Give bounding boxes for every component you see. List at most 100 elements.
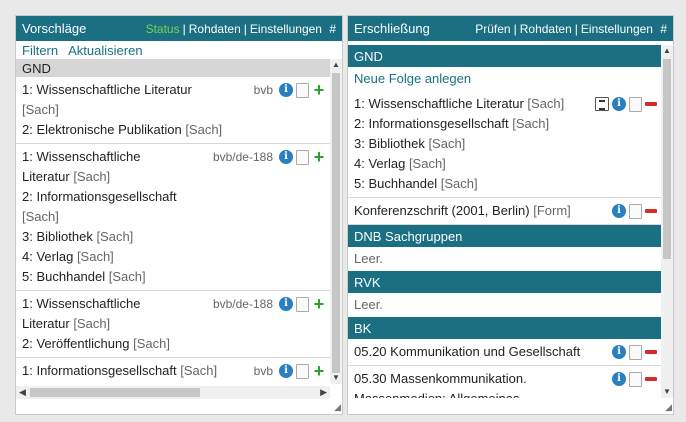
entry-text: 2: Veröffentlichung (22, 336, 134, 351)
add-icon[interactable]: + (312, 295, 326, 313)
copy-icon[interactable] (629, 96, 642, 112)
row-tools: bvb/de-188 i + (213, 294, 326, 314)
suggestions-header: Vorschläge Status | Rohdaten | Einstellungen… (16, 16, 342, 41)
remove-icon[interactable] (645, 350, 657, 354)
add-icon[interactable]: + (312, 362, 326, 380)
status-link[interactable]: Status (146, 22, 180, 36)
suggestions-vertical-scrollbar[interactable]: ▲ ▼ (330, 59, 342, 384)
scroll-down-arrow-icon[interactable]: ▼ (661, 386, 673, 398)
entry-type: [Sach] (22, 102, 59, 117)
entry-line: 4: Verlag [Sach] (354, 154, 655, 174)
entry-line: 4: Verlag [Sach] (22, 247, 324, 267)
scroll-thumb[interactable] (332, 73, 340, 373)
check-link[interactable]: Prüfen (475, 22, 510, 36)
copy-icon[interactable] (296, 149, 309, 165)
info-icon[interactable]: i (279, 150, 293, 164)
entry-line: 2: Informationsgesellschaft (22, 187, 324, 207)
refresh-link[interactable]: Aktualisieren (68, 43, 142, 58)
edit-icon[interactable] (595, 97, 609, 111)
entry-text: 1: Wissenschaftliche (22, 149, 141, 164)
info-icon[interactable]: i (279, 364, 293, 378)
hash-link[interactable]: # (329, 22, 336, 36)
entry-line: [Sach] (22, 100, 324, 120)
suggestions-toolbar: Filtern Aktualisieren (16, 41, 342, 59)
suggestions-panel: Vorschläge Status | Rohdaten | Einstellungen… (15, 15, 343, 415)
row-tools: i (595, 94, 657, 114)
resize-handle-icon[interactable]: ◢ (334, 402, 341, 413)
scroll-up-arrow-icon[interactable]: ▲ (330, 59, 342, 71)
settings-link[interactable]: Einstellungen (250, 22, 322, 36)
gnd-section-header: GND (348, 45, 661, 67)
gnd-entry-row[interactable]: 1: Wissenschaftliche Literatur [Sach] 2: … (348, 91, 661, 198)
entry-type: [Form] (533, 203, 571, 218)
suggestion-row[interactable]: 1: Informationsgesellschaft [Sach] bvb i + (16, 358, 330, 384)
copy-icon[interactable] (629, 371, 642, 387)
info-icon[interactable]: i (279, 297, 293, 311)
new-sequence-link[interactable]: Neue Folge anlegen (348, 67, 661, 91)
entry-line: [Sach] (22, 207, 324, 227)
filter-link[interactable]: Filtern (22, 43, 58, 58)
info-icon[interactable]: i (612, 345, 626, 359)
entry-type: [Sach] (527, 96, 565, 111)
rawdata-link[interactable]: Rohdaten (520, 22, 572, 36)
suggestion-row[interactable]: 1: Wissenschaftliche Literatur [Sach] 2: V… (16, 291, 330, 358)
settings-link[interactable]: Einstellungen (581, 22, 653, 36)
entry-text: Konferenzschrift (2001, Berlin) (354, 203, 534, 218)
copy-icon[interactable] (629, 203, 642, 219)
resize-handle-icon[interactable]: ◢ (665, 402, 672, 413)
bk-entry-row[interactable]: 05.30 Massenkommunikation. Massenmedien: … (348, 366, 661, 398)
copy-icon[interactable] (296, 296, 309, 312)
suggestions-horizontal-scrollbar[interactable]: ◀ ▶ (16, 386, 330, 399)
remove-icon[interactable] (645, 377, 657, 381)
bk-entry-row[interactable]: 05.20 Kommunikation und Gesellschaft i (348, 339, 661, 366)
info-icon[interactable]: i (612, 372, 626, 386)
entry-type: [Sach] (108, 269, 146, 284)
scroll-left-arrow-icon[interactable]: ◀ (19, 386, 26, 399)
entry-text: 05.30 Massenkommunikation. (354, 371, 527, 386)
entry-type: [Sach] (76, 249, 114, 264)
entry-text: 1: Wissenschaftliche Literatur (22, 82, 192, 97)
add-icon[interactable]: + (312, 148, 326, 166)
gnd-entry-row[interactable]: Konferenzschrift (2001, Berlin) [Form] i (348, 198, 661, 225)
add-icon[interactable]: + (312, 81, 326, 99)
entry-text: 5: Buchhandel (354, 176, 441, 191)
source-label: bvb (253, 83, 273, 97)
copy-icon[interactable] (629, 344, 642, 360)
copy-icon[interactable] (296, 82, 309, 98)
entry-line: Konferenzschrift (2001, Berlin) [Form] (354, 201, 655, 221)
scroll-down-arrow-icon[interactable]: ▼ (330, 372, 342, 384)
scroll-up-arrow-icon[interactable]: ▲ (661, 45, 673, 57)
entry-text: 1: Wissenschaftliche Literatur (354, 96, 528, 111)
indexing-panel: Erschließung Prüfen | Rohdaten | Einstellung… (347, 15, 674, 415)
copy-icon[interactable] (296, 363, 309, 379)
scroll-thumb[interactable] (663, 59, 671, 259)
entry-type: [Sach] (512, 116, 550, 131)
suggestions-title: Vorschläge (22, 21, 87, 36)
suggestion-row[interactable]: 1: Wissenschaftliche Literatur [Sach] 2: I… (16, 144, 330, 291)
indexing-list: GND Neue Folge anlegen 1: Wissenschaftli… (348, 45, 661, 398)
entry-line: 2: Veröffentlichung [Sach] (22, 334, 324, 354)
info-icon[interactable]: i (279, 83, 293, 97)
scroll-right-arrow-icon[interactable]: ▶ (320, 386, 327, 399)
entry-text: 3: Bibliothek (354, 136, 429, 151)
entry-text: Literatur (22, 169, 74, 184)
rawdata-link[interactable]: Rohdaten (189, 22, 241, 36)
suggestions-list: GND 1: Wissenschaftliche Literatur [Sach]… (16, 59, 330, 384)
source-label: bvb/de-188 (212, 150, 273, 164)
entry-line: 5: Buchhandel [Sach] (354, 174, 655, 194)
hscroll-thumb[interactable] (30, 388, 200, 397)
hash-link[interactable]: # (660, 22, 667, 36)
rvk-empty-text: Leer. (354, 297, 383, 312)
dnb-empty-text: Leer. (354, 251, 383, 266)
info-icon[interactable]: i (612, 204, 626, 218)
suggestion-row[interactable]: 1: Wissenschaftliche Literatur [Sach] 2: E… (16, 77, 330, 144)
entry-line: 05.20 Kommunikation und Gesellschaft (354, 342, 655, 362)
entry-type: [Sach] (133, 336, 170, 351)
remove-icon[interactable] (645, 102, 657, 106)
remove-icon[interactable] (645, 209, 657, 213)
entry-line: 2: Informationsgesellschaft [Sach] (354, 114, 655, 134)
entry-text: 2: Informationsgesellschaft (354, 116, 513, 131)
entry-type: [Sach] (96, 229, 134, 244)
info-icon[interactable]: i (612, 97, 626, 111)
indexing-vertical-scrollbar[interactable]: ▲ ▼ (661, 45, 673, 398)
